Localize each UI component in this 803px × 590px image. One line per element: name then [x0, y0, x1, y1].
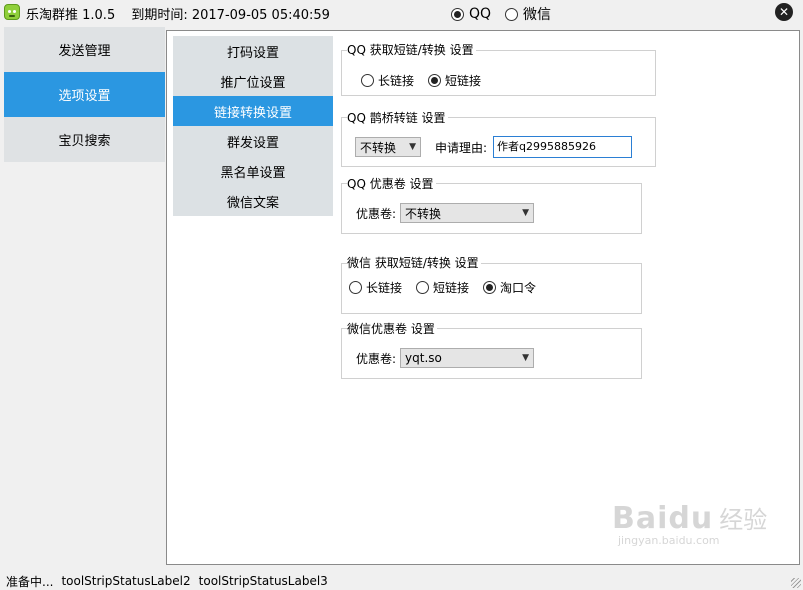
chevron-down-icon: ▼: [409, 142, 416, 152]
qq-coupon-title: QQ 优惠卷 设置: [347, 175, 436, 192]
wx-short-link-title: 微信 获取短链/转换 设置: [347, 254, 481, 271]
sub-nav-link-conversion[interactable]: 链接转换设置: [173, 96, 333, 126]
nav-item-send-management[interactable]: 发送管理: [4, 27, 165, 72]
qq-bridge-row: 不转换 ▼ 申请理由: 作者q2995885926: [355, 136, 633, 158]
radio-unselected-icon[interactable]: [349, 281, 362, 294]
qq-short-link-title: QQ 获取短链/转换 设置: [347, 41, 476, 58]
sub-nav-blacklist[interactable]: 黑名单设置: [173, 156, 333, 186]
watermark-brand: Baidu: [612, 501, 714, 536]
resize-grip-icon[interactable]: [791, 578, 801, 588]
platform-radio-group: QQ 微信: [451, 4, 551, 24]
radio-label: 长链接: [378, 74, 415, 88]
qq-coupon-select[interactable]: 不转换 ▼: [400, 203, 535, 223]
reason-label: 申请理由:: [435, 140, 488, 155]
radio-unselected-icon[interactable]: [505, 7, 519, 21]
coupon-label: 优惠卷:: [356, 351, 397, 366]
app-logo-icon: [4, 4, 20, 20]
platform-radio-label: 微信: [523, 7, 552, 23]
qq-bridge-select[interactable]: 不转换 ▼: [355, 137, 421, 157]
settings-panel: 打码设置 推广位设置 链接转换设置 群发设置 黑名单设置 微信文案 QQ 获取短…: [166, 30, 800, 565]
status-label-3: toolStripStatusLabel3: [198, 574, 328, 588]
status-bar: 准备中... toolStripStatusLabel2 toolStripSt…: [0, 572, 803, 590]
wx-short-link-options: 长链接 短链接 淘口令: [349, 279, 550, 296]
radio-unselected-icon[interactable]: [361, 74, 374, 87]
radio-unselected-icon[interactable]: [416, 281, 430, 294]
watermark-cn: 经验: [719, 506, 768, 534]
coupon-label: 优惠卷:: [356, 206, 397, 221]
select-value: 不转换: [360, 140, 397, 155]
platform-radio-qq[interactable]: QQ: [451, 6, 491, 22]
nav-item-product-search[interactable]: 宝贝搜索: [4, 117, 165, 162]
radio-label: 短链接: [433, 281, 470, 295]
wx-short-link-radio[interactable]: 短链接: [416, 279, 469, 296]
qq-long-link-radio[interactable]: 长链接: [361, 72, 414, 89]
reason-input[interactable]: 作者q2995885926: [493, 136, 633, 158]
select-value: 不转换: [405, 206, 442, 221]
status-label-1: 准备中...: [6, 574, 54, 589]
wx-coupon-title: 微信优惠卷 设置: [347, 320, 437, 337]
qq-bridge-title: QQ 鹊桥转链 设置: [347, 109, 448, 126]
select-value: yqt.so: [405, 351, 442, 365]
chevron-down-icon: ▼: [522, 353, 530, 363]
left-nav: 发送管理 选项设置 宝贝搜索: [4, 27, 165, 163]
radio-selected-icon[interactable]: [428, 74, 442, 87]
radio-label: 淘口令: [500, 281, 537, 295]
close-button[interactable]: ✕: [775, 3, 793, 21]
wx-long-link-radio[interactable]: 长链接: [349, 279, 402, 296]
qq-coupon-row: 优惠卷: 不转换 ▼: [356, 203, 535, 223]
radio-selected-icon[interactable]: [483, 281, 497, 294]
sub-nav: 打码设置 推广位设置 链接转换设置 群发设置 黑名单设置 微信文案: [173, 36, 333, 216]
sub-nav-broadcast[interactable]: 群发设置: [173, 126, 333, 156]
qq-short-link-options: 长链接 短链接: [361, 72, 495, 89]
wx-taokouling-radio[interactable]: 淘口令: [483, 279, 536, 296]
radio-selected-icon[interactable]: [451, 7, 464, 21]
wx-coupon-select[interactable]: yqt.so ▼: [400, 348, 535, 368]
status-label-2: toolStripStatusLabel2: [61, 574, 191, 588]
radio-label: 长链接: [366, 281, 403, 295]
sub-nav-wechat-copy[interactable]: 微信文案: [173, 186, 333, 216]
qq-short-link-radio[interactable]: 短链接: [428, 72, 481, 89]
sub-nav-captcha[interactable]: 打码设置: [173, 36, 333, 66]
chevron-down-icon: ▼: [522, 208, 530, 218]
title-bar: 乐淘群推 1.0.5 到期时间: 2017-09-05 05:40:59 QQ …: [0, 0, 803, 26]
window-title: 乐淘群推 1.0.5 到期时间: 2017-09-05 05:40:59: [26, 4, 342, 23]
sub-nav-promo-position[interactable]: 推广位设置: [173, 66, 333, 96]
nav-item-options[interactable]: 选项设置: [4, 72, 165, 117]
platform-radio-label: QQ: [469, 6, 492, 22]
expiry-time: 到期时间: 2017-09-05 05:40:59: [131, 8, 330, 23]
baidu-jingyan-watermark: Baidu 经验 jingyan.baidu.com: [612, 500, 792, 570]
app-name: 乐淘群推 1.0.5: [26, 8, 116, 23]
radio-label: 短链接: [445, 74, 482, 88]
platform-radio-wechat[interactable]: 微信: [505, 4, 551, 24]
close-icon: ✕: [778, 5, 790, 19]
wx-coupon-row: 优惠卷: yqt.so ▼: [356, 348, 535, 368]
